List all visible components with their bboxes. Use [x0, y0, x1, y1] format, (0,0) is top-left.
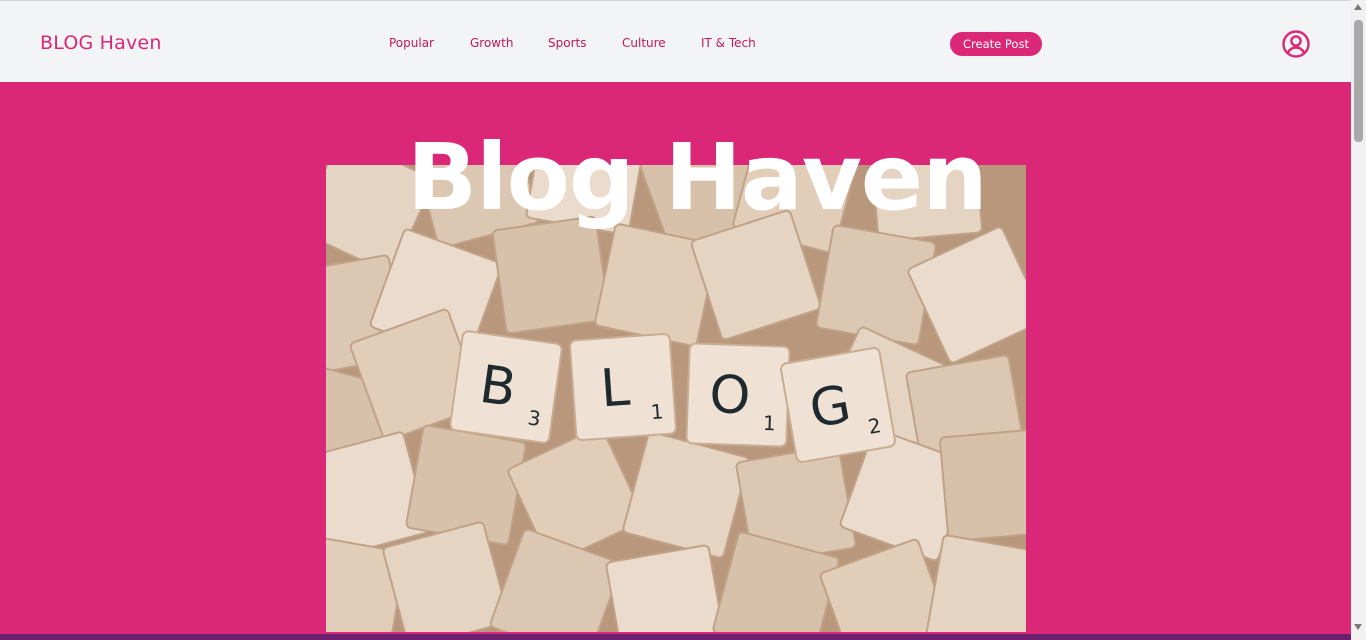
svg-text:1: 1: [650, 399, 664, 424]
scroll-up-arrow-icon[interactable]: [1354, 4, 1362, 10]
vertical-scrollbar[interactable]: [1351, 0, 1366, 640]
nav-link-culture[interactable]: Culture: [622, 36, 666, 50]
letter-tile-o: O1: [685, 342, 791, 448]
letter-tile-b: B3: [449, 330, 563, 444]
nav-link-sports[interactable]: Sports: [548, 36, 586, 50]
nav-link-growth[interactable]: Growth: [470, 36, 513, 50]
hero-image: B3L1O1G2: [326, 165, 1026, 632]
svg-text:O: O: [708, 365, 751, 426]
svg-text:L: L: [599, 358, 632, 420]
scrollbar-thumb[interactable]: [1354, 20, 1363, 142]
wood-tile: [925, 534, 1026, 632]
letter-tile-g: G2: [780, 347, 896, 463]
top-navbar: BLOG Haven Popular Growth Sports Culture…: [0, 0, 1351, 82]
hero-title: Blog Haven: [407, 124, 988, 231]
scrabble-tiles-image: B3L1O1G2: [326, 165, 1026, 632]
svg-text:1: 1: [763, 411, 777, 435]
brand-logo[interactable]: BLOG Haven: [40, 32, 162, 54]
create-post-button[interactable]: Create Post: [950, 32, 1042, 56]
letter-tile-l: L1: [569, 333, 677, 441]
user-circle-icon[interactable]: [1281, 29, 1311, 59]
scroll-down-arrow-icon[interactable]: [1354, 624, 1362, 630]
nav-link-popular[interactable]: Popular: [389, 36, 434, 50]
nav-link-it-tech[interactable]: IT & Tech: [701, 36, 756, 50]
wood-tile: [491, 215, 611, 335]
bottom-strip: [0, 634, 1351, 640]
wood-tile: [939, 428, 1026, 542]
